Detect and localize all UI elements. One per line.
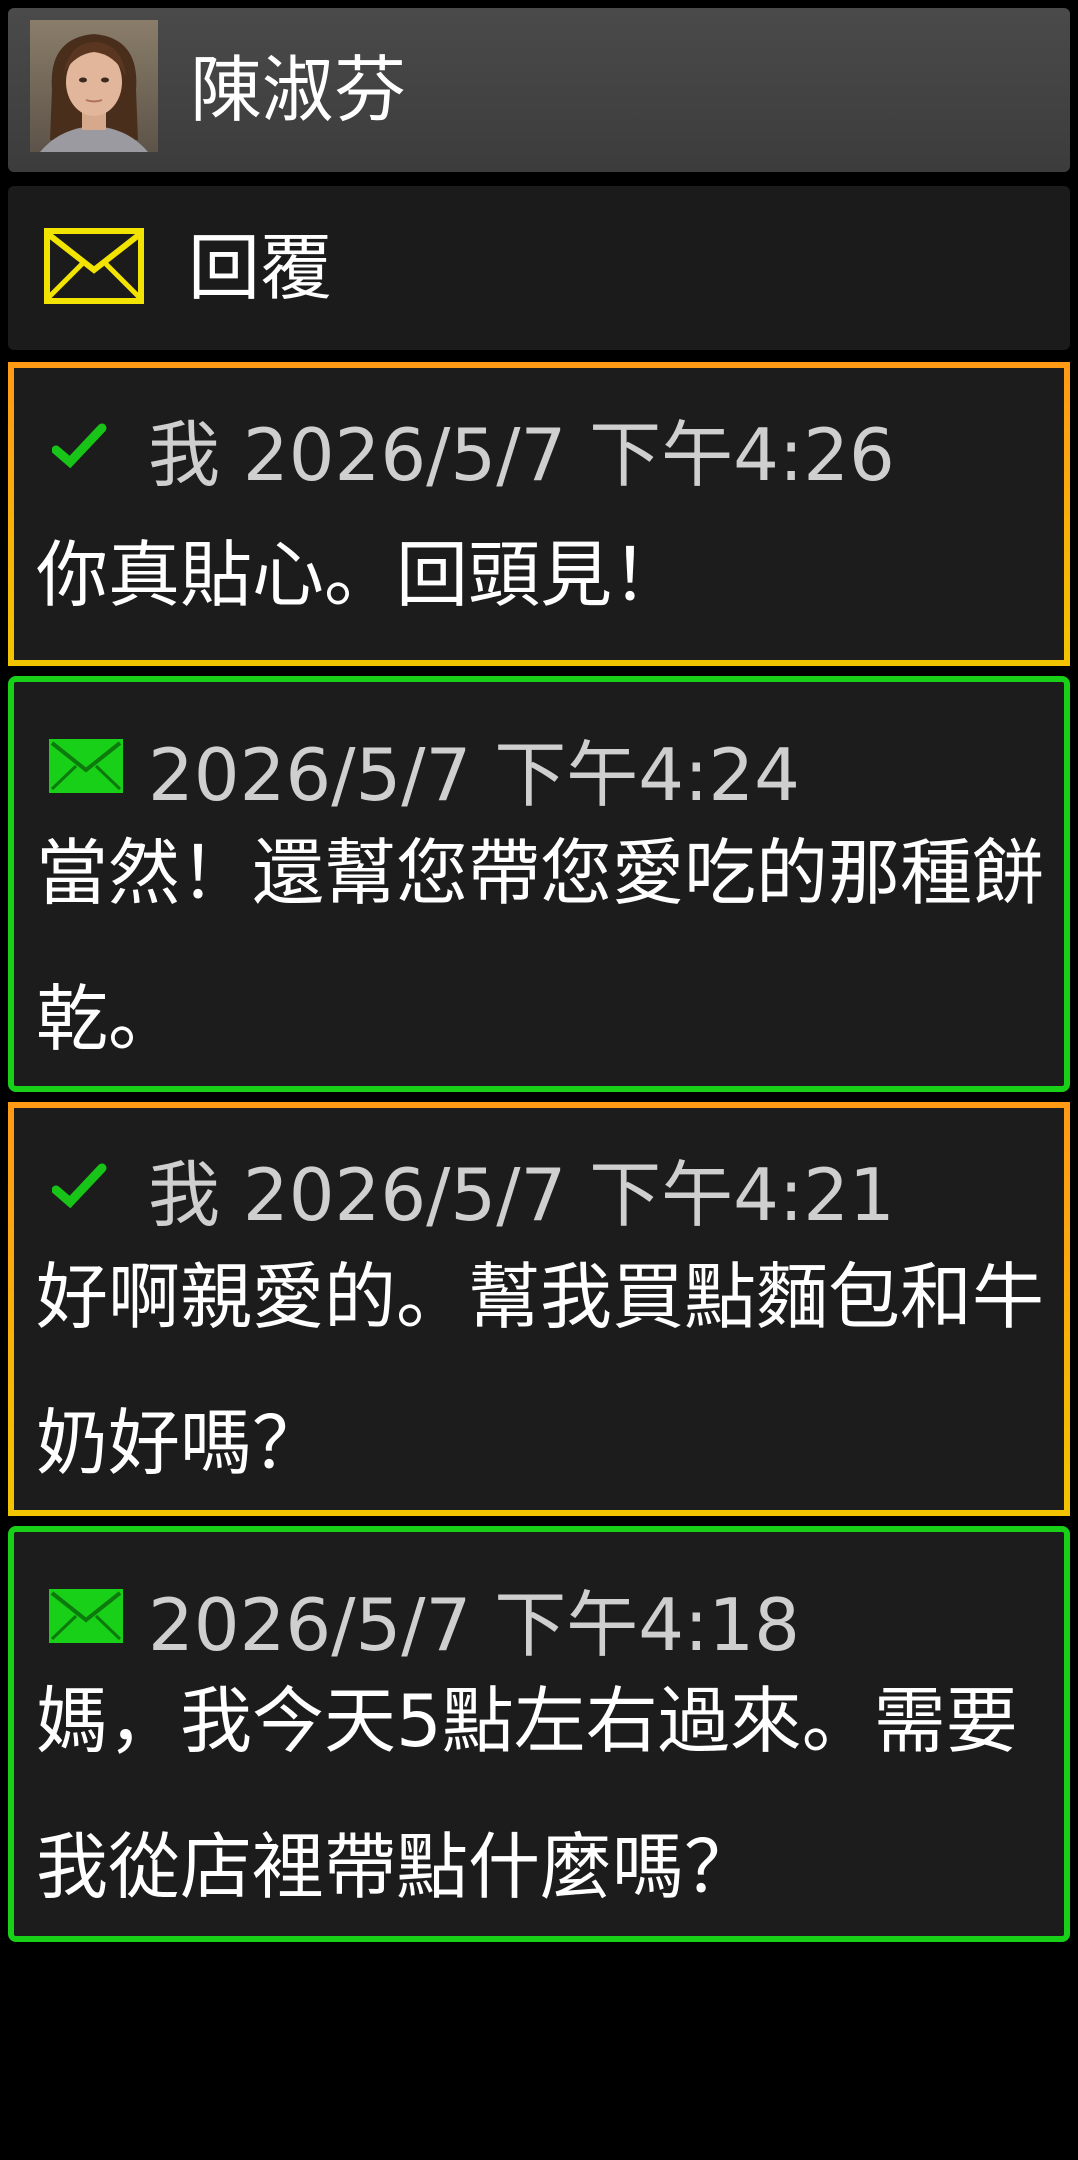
contact-avatar[interactable]: [30, 20, 158, 152]
reply-label: 回覆: [188, 226, 333, 310]
reply-button[interactable]: 回覆: [8, 186, 1070, 350]
checkmark-icon: [51, 422, 108, 476]
message-item[interactable]: 2026/5/7 下午4:24 當然！還幫您帶您愛吃的那種餅乾。: [8, 676, 1070, 1092]
message-meta: 我 2026/5/7 下午4:26: [148, 413, 895, 497]
message-item[interactable]: 我 2026/5/7 下午4:26 你真貼心。回頭見！: [8, 362, 1070, 666]
checkmark-icon: [51, 1162, 108, 1216]
message-text: 好啊親愛的。幫我買點麵包和牛奶好嗎？: [36, 1255, 1045, 1485]
message-text: 媽，我今天5點左右過來。需要我從店裡帶點什麼嗎？: [36, 1679, 1018, 1909]
envelope-icon: [44, 228, 144, 308]
message-text: 當然！還幫您帶您愛吃的那種餅乾。: [36, 831, 1045, 1061]
envelope-icon: [48, 738, 124, 798]
envelope-icon: [48, 1588, 124, 1648]
message-item[interactable]: 我 2026/5/7 下午4:21 好啊親愛的。幫我買點麵包和牛奶好嗎？: [8, 1102, 1070, 1516]
contact-name: 陳淑芬: [190, 48, 407, 132]
contact-header[interactable]: 陳淑芬: [8, 8, 1070, 172]
message-item[interactable]: 2026/5/7 下午4:18 媽，我今天5點左右過來。需要我從店裡帶點什麼嗎？: [8, 1526, 1070, 1942]
message-text: 你真貼心。回頭見！: [36, 533, 685, 617]
